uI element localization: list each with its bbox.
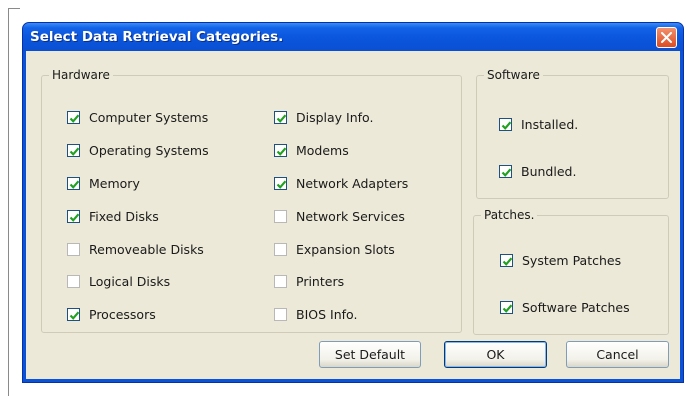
checkbox-box[interactable] xyxy=(500,254,513,267)
checkmark-icon xyxy=(276,180,287,189)
checkbox-operating-systems[interactable]: Operating Systems xyxy=(67,143,209,158)
checkmark-icon xyxy=(501,121,512,130)
software-group: Software Installed. Bundled. xyxy=(476,68,669,199)
checkmark-icon xyxy=(69,311,80,320)
checkbox-label: Memory xyxy=(89,176,140,191)
checkbox-network-adapters[interactable]: Network Adapters xyxy=(274,176,408,191)
checkmark-icon xyxy=(502,304,513,313)
checkbox-label: Fixed Disks xyxy=(89,209,159,224)
checkbox-label: Network Services xyxy=(296,209,405,224)
close-button[interactable] xyxy=(656,27,677,48)
checkmark-icon xyxy=(502,257,513,266)
checkbox-label: BIOS Info. xyxy=(296,307,358,322)
checkbox-box[interactable] xyxy=(67,111,80,124)
checkbox-label: Expansion Slots xyxy=(296,242,395,257)
checkbox-label: Logical Disks xyxy=(89,274,171,289)
checkbox-box[interactable] xyxy=(499,165,512,178)
ok-button[interactable]: OK xyxy=(444,341,547,368)
title-bar[interactable]: Select Data Retrieval Categories. xyxy=(23,23,683,51)
checkbox-box[interactable] xyxy=(274,177,287,190)
dialog-title: Select Data Retrieval Categories. xyxy=(30,29,284,45)
checkbox-label: System Patches xyxy=(522,253,622,268)
checkmark-icon xyxy=(501,168,512,177)
checkbox-printers[interactable]: Printers xyxy=(274,274,344,289)
checkbox-processors[interactable]: Processors xyxy=(67,307,156,322)
checkmark-icon xyxy=(69,147,80,156)
checkbox-memory[interactable]: Memory xyxy=(67,176,140,191)
dialog-window: Select Data Retrieval Categories. Hardwa… xyxy=(22,22,684,383)
checkmark-icon xyxy=(69,114,80,123)
checkmark-icon xyxy=(69,213,80,222)
checkbox-box[interactable] xyxy=(67,177,80,190)
checkbox-box[interactable] xyxy=(499,118,512,131)
checkbox-label: Display Info. xyxy=(296,110,374,125)
checkbox-box[interactable] xyxy=(274,243,287,256)
checkbox-system-patches[interactable]: System Patches xyxy=(500,253,621,268)
checkbox-installed[interactable]: Installed. xyxy=(499,117,578,132)
checkbox-box[interactable] xyxy=(274,308,287,321)
background-frame-edge-top xyxy=(8,8,20,9)
checkbox-label: Removeable Disks xyxy=(89,242,204,257)
checkbox-expansion-slots[interactable]: Expansion Slots xyxy=(274,242,395,257)
checkbox-software-patches[interactable]: Software Patches xyxy=(500,300,630,315)
checkbox-removeable-disks[interactable]: Removeable Disks xyxy=(67,242,204,257)
background-frame-edge xyxy=(8,8,9,396)
checkbox-box[interactable] xyxy=(274,144,287,157)
checkbox-label: Processors xyxy=(89,307,156,322)
checkbox-box[interactable] xyxy=(67,210,80,223)
patches-group-legend: Patches. xyxy=(484,208,535,222)
checkbox-network-services[interactable]: Network Services xyxy=(274,209,405,224)
checkbox-label: Network Adapters xyxy=(296,176,409,191)
checkbox-label: Operating Systems xyxy=(89,143,209,158)
checkbox-box[interactable] xyxy=(274,210,287,223)
checkbox-label: Computer Systems xyxy=(89,110,209,125)
set-default-button[interactable]: Set Default xyxy=(319,341,421,368)
checkbox-modems[interactable]: Modems xyxy=(274,143,349,158)
checkbox-display-info[interactable]: Display Info. xyxy=(274,110,373,125)
checkbox-box[interactable] xyxy=(274,111,287,124)
checkbox-box[interactable] xyxy=(67,275,80,288)
checkbox-label: Printers xyxy=(296,274,345,289)
checkbox-logical-disks[interactable]: Logical Disks xyxy=(67,274,170,289)
checkbox-box[interactable] xyxy=(274,275,287,288)
checkbox-bundled[interactable]: Bundled. xyxy=(499,164,576,179)
checkbox-label: Bundled. xyxy=(521,164,577,179)
checkbox-box[interactable] xyxy=(67,308,80,321)
close-icon xyxy=(661,32,672,43)
checkbox-bios-info[interactable]: BIOS Info. xyxy=(274,307,357,322)
hardware-group-legend: Hardware xyxy=(52,68,110,82)
checkbox-label: Installed. xyxy=(521,117,579,132)
checkmark-icon xyxy=(69,180,80,189)
checkmark-icon xyxy=(276,114,287,123)
checkbox-computer-systems[interactable]: Computer Systems xyxy=(67,110,208,125)
checkbox-label: Modems xyxy=(296,143,349,158)
cancel-button[interactable]: Cancel xyxy=(566,341,669,368)
checkbox-box[interactable] xyxy=(500,301,513,314)
software-group-legend: Software xyxy=(487,68,540,82)
dialog-client-area: Hardware Computer Systems Operating Syst… xyxy=(26,51,680,379)
checkbox-box[interactable] xyxy=(67,144,80,157)
checkbox-fixed-disks[interactable]: Fixed Disks xyxy=(67,209,159,224)
checkbox-box[interactable] xyxy=(67,243,80,256)
patches-group: Patches. System Patches Software Patches xyxy=(473,208,669,335)
checkbox-label: Software Patches xyxy=(522,300,630,315)
checkmark-icon xyxy=(276,147,287,156)
hardware-group: Hardware Computer Systems Operating Syst… xyxy=(41,68,462,333)
